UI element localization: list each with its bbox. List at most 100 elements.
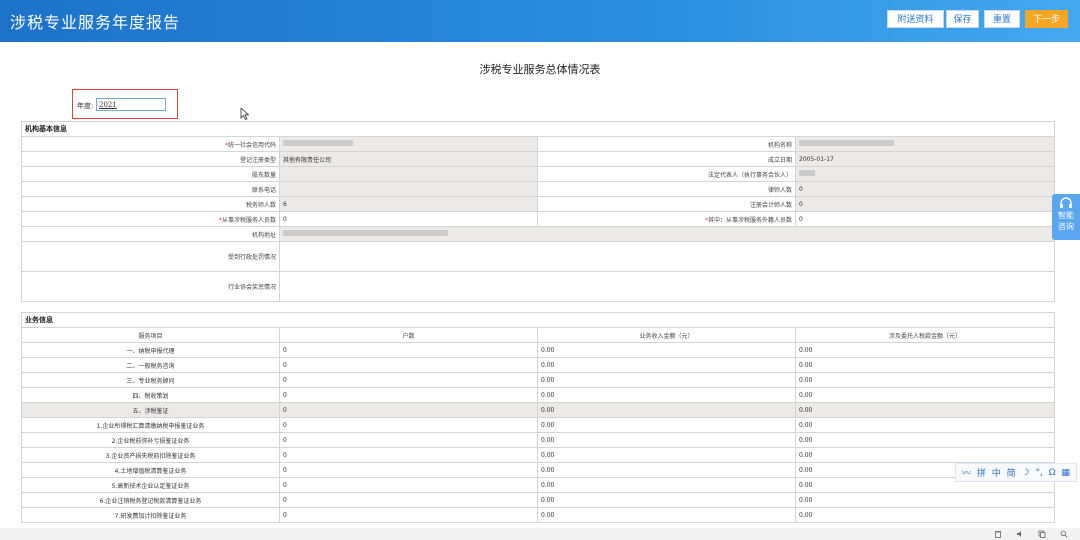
staff-count-field[interactable]: 0 <box>279 211 538 227</box>
punctuation-icon[interactable]: °, <box>1035 468 1042 478</box>
service-name: 四、税收策划 <box>21 387 280 403</box>
save-button[interactable]: 保存 <box>946 10 979 28</box>
cpa-count-field[interactable]: 0 <box>795 196 1055 212</box>
search-icon[interactable] <box>1060 530 1068 538</box>
tax-cell[interactable]: 0.00 <box>795 372 1055 388</box>
org-label-cpas: 注册会计师人数 <box>537 196 796 212</box>
count-cell[interactable]: 0 <box>279 432 538 448</box>
org-label-shareholders: 股东数量 <box>21 166 280 182</box>
tax-agents-count-field[interactable]: 6 <box>279 196 538 212</box>
reg-type-field[interactable]: 其他有限责任公司 <box>279 151 538 167</box>
income-cell[interactable]: 0.00 <box>537 372 796 388</box>
tax-cell[interactable]: 0.00 <box>795 417 1055 433</box>
org-label-established: 成立日期 <box>537 151 796 167</box>
tax-cell[interactable]: 0.00 <box>795 342 1055 358</box>
grid-icon[interactable]: ▦ <box>1061 468 1070 478</box>
lawyers-count-field[interactable]: 0 <box>795 181 1055 197</box>
smart-consult-label-1: 智能 <box>1058 211 1074 220</box>
reset-button[interactable]: 重置 <box>984 10 1020 28</box>
award-textarea[interactable] <box>279 271 1055 302</box>
org-label-legal-rep: 法定代表人（执行事务合伙人） <box>537 166 796 182</box>
org-label-foreign-staff: *其中：从事涉税服务外籍人员数 <box>537 211 796 227</box>
income-cell[interactable]: 0.00 <box>537 357 796 373</box>
bottom-status-bar <box>0 528 1080 540</box>
speaker-icon[interactable] <box>1016 530 1024 538</box>
income-cell[interactable]: 0.00 <box>537 507 796 523</box>
tax-cell[interactable]: 0.00 <box>795 507 1055 523</box>
table-row: 五、涉税鉴证 0 0.00 0.00 <box>21 402 1055 418</box>
service-name: 4.土地增值税清算鉴证业务 <box>21 462 280 478</box>
count-cell[interactable]: 0 <box>279 342 538 358</box>
table-row: 一、纳税申报代理 0 0.00 0.00 <box>21 342 1055 358</box>
smart-consult-widget[interactable]: 智能 咨询 <box>1052 194 1080 240</box>
tax-cell[interactable]: 0.00 <box>795 447 1055 463</box>
service-name: 6.企业注销税务登记税款清算鉴证业务 <box>21 492 280 508</box>
business-info-table: 业务信息 服务项目 户数 业务收入金额（元） 涉及委托人税款金额（元） 一、纳税… <box>21 312 1055 523</box>
org-label-tax-agents: 税务师人数 <box>21 196 280 212</box>
org-label-credit-code: *统一社会信用代码 <box>21 136 280 152</box>
org-label-award: 行业协会奖惩情况 <box>21 271 280 302</box>
service-name: 3.企业资产损失税前扣除鉴证业务 <box>21 447 280 463</box>
count-cell[interactable]: 0 <box>279 477 538 493</box>
count-cell[interactable]: 0 <box>279 357 538 373</box>
form-title: 涉税专业服务总体情况表 <box>479 63 601 76</box>
income-cell[interactable]: 0.00 <box>537 477 796 493</box>
tax-cell[interactable]: 0.00 <box>795 357 1055 373</box>
income-cell[interactable]: 0.00 <box>537 447 796 463</box>
income-cell[interactable]: 0.00 <box>537 432 796 448</box>
ime-simplified[interactable]: 简 <box>1007 466 1016 479</box>
count-cell[interactable]: 0 <box>279 507 538 523</box>
address-field[interactable] <box>279 226 1055 242</box>
shareholders-field[interactable] <box>279 166 538 182</box>
omega-icon[interactable]: Ω <box>1049 468 1056 478</box>
table-row: 5.高新技术企业认定鉴证业务 0 0.00 0.00 <box>21 477 1055 493</box>
trash-icon[interactable] <box>994 530 1002 538</box>
moon-icon[interactable]: ☽ <box>1022 468 1030 478</box>
penalty-textarea[interactable] <box>279 241 1055 272</box>
income-cell[interactable]: 0.00 <box>537 387 796 403</box>
tax-cell[interactable]: 0.00 <box>795 387 1055 403</box>
income-cell[interactable]: 0.00 <box>537 492 796 508</box>
app-title: 涉税专业服务年度报告 <box>10 13 181 32</box>
service-name: 二、一般税务咨询 <box>21 357 280 373</box>
table-row: 7.研发费加计扣除鉴证业务 0 0.00 0.00 <box>21 507 1055 523</box>
copy-icon[interactable] <box>1038 530 1046 538</box>
col-header-service: 服务项目 <box>21 327 280 343</box>
year-input[interactable]: 2021 <box>96 98 166 111</box>
income-cell[interactable]: 0.00 <box>537 417 796 433</box>
top-header-bar: 涉税专业服务年度报告 附送资料 保存 重置 下一步 <box>0 0 1080 42</box>
foreign-staff-count-field[interactable]: 0 <box>795 211 1055 227</box>
voice-wave-icon[interactable]: 〰 <box>962 466 971 479</box>
count-cell[interactable]: 0 <box>279 447 538 463</box>
count-cell[interactable]: 0 <box>279 387 538 403</box>
income-cell[interactable]: 0.00 <box>537 462 796 478</box>
established-date-field[interactable]: 2005-01-17 <box>795 151 1055 167</box>
next-step-button[interactable]: 下一步 <box>1025 10 1068 28</box>
tax-cell[interactable]: 0.00 <box>795 492 1055 508</box>
phone-field[interactable] <box>279 181 538 197</box>
tax-cell[interactable]: 0.00 <box>795 432 1055 448</box>
tax-cell[interactable]: 0.00 <box>795 402 1055 418</box>
count-cell[interactable]: 0 <box>279 402 538 418</box>
org-info-table: 机构基本信息 *统一社会信用代码 机构名称 登记注册类型 其他有限责任公司 成立… <box>21 121 1055 302</box>
attach-materials-button[interactable]: 附送资料 <box>887 10 944 28</box>
count-cell[interactable]: 0 <box>279 372 538 388</box>
ime-chinese[interactable]: 中 <box>992 466 1001 479</box>
count-cell[interactable]: 0 <box>279 462 538 478</box>
org-name-field[interactable] <box>795 136 1055 152</box>
credit-code-field[interactable] <box>279 136 538 152</box>
org-label-staff: *从事涉税服务人员数 <box>21 211 280 227</box>
year-highlight-box: 年度: 2021 <box>72 89 178 119</box>
smart-consult-label-2: 咨询 <box>1058 222 1074 231</box>
table-row: 四、税收策划 0 0.00 0.00 <box>21 387 1055 403</box>
count-cell[interactable]: 0 <box>279 492 538 508</box>
service-name: 1.企业所得税汇算清缴纳税申报鉴证业务 <box>21 417 280 433</box>
legal-rep-field[interactable] <box>795 166 1055 182</box>
count-cell[interactable]: 0 <box>279 417 538 433</box>
ime-pinyin[interactable]: 拼 <box>977 466 986 479</box>
col-header-tax: 涉及委托人税款金额（元） <box>795 327 1055 343</box>
service-name: 7.研发费加计扣除鉴证业务 <box>21 507 280 523</box>
income-cell[interactable]: 0.00 <box>537 402 796 418</box>
table-row: 2.企业税前弥补亏损鉴证业务 0 0.00 0.00 <box>21 432 1055 448</box>
income-cell[interactable]: 0.00 <box>537 342 796 358</box>
